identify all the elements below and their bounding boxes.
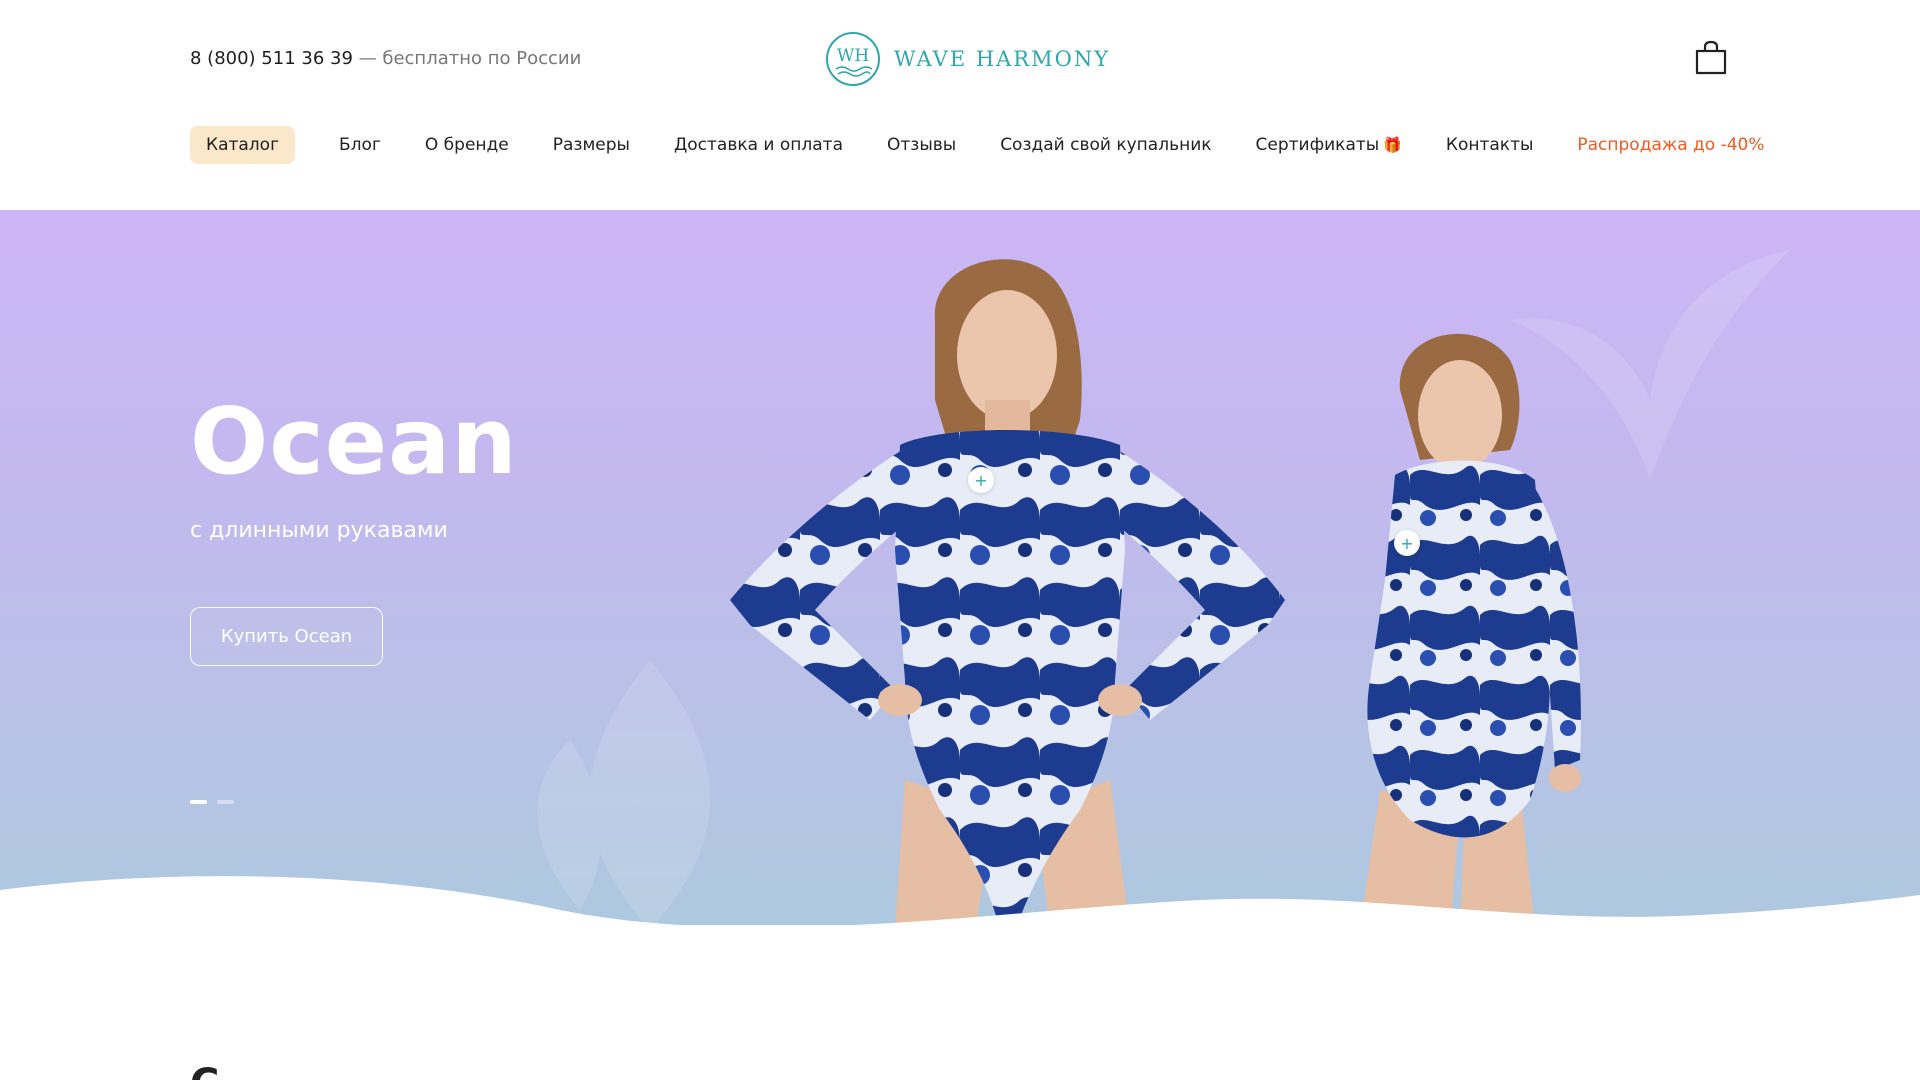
logo[interactable]: WH WAVE HARMONY xyxy=(824,30,1110,88)
phone-number[interactable]: 8 (800) 511 36 39 xyxy=(190,48,353,69)
next-section-heading-glyph: С xyxy=(190,1066,230,1080)
nav-item-certificates[interactable]: Сертификаты 🎁 xyxy=(1256,135,1402,155)
phone-block: 8 (800) 511 36 39 — бесплатно по России xyxy=(190,48,581,69)
nav-item-catalog[interactable]: Каталог xyxy=(190,126,296,164)
logo-text: WAVE HARMONY xyxy=(894,47,1111,71)
slider-dot-1[interactable] xyxy=(190,800,207,804)
wave-divider xyxy=(0,876,1920,950)
hero-banner: Ocean с длинными рукавами Купить Ocean +… xyxy=(0,210,1920,925)
hero-subtitle: с длинными рукавами xyxy=(190,518,448,543)
nav-item-blog[interactable]: Блог xyxy=(339,135,381,155)
nav-item-contacts[interactable]: Контакты xyxy=(1446,135,1534,155)
model-front-image xyxy=(730,259,1285,925)
shopping-bag-icon[interactable] xyxy=(1694,40,1728,76)
gift-icon: 🎁 xyxy=(1383,136,1402,154)
buy-ocean-button[interactable]: Купить Ocean xyxy=(190,607,383,666)
slider-dots xyxy=(190,800,234,804)
model-back-image xyxy=(1360,333,1581,925)
logo-monogram: WH xyxy=(837,46,869,66)
hotspot-front[interactable]: + xyxy=(968,467,994,493)
next-section-heading: С xyxy=(190,1066,230,1080)
logo-mark-icon: WH xyxy=(826,32,880,86)
site-header: 8 (800) 511 36 39 — бесплатно по России … xyxy=(0,0,1920,210)
hotspot-back[interactable]: + xyxy=(1394,530,1420,556)
nav-item-reviews[interactable]: Отзывы xyxy=(887,135,956,155)
phone-note: — бесплатно по России xyxy=(358,48,582,69)
nav-item-delivery-payment[interactable]: Доставка и оплата xyxy=(674,135,843,155)
nav-item-certificates-label: Сертификаты xyxy=(1255,135,1380,155)
nav-item-about-brand[interactable]: О бренде xyxy=(425,135,509,155)
main-nav: Каталог Блог О бренде Размеры Доставка и… xyxy=(190,126,1765,164)
nav-item-sizes[interactable]: Размеры xyxy=(553,135,630,155)
slider-dot-2[interactable] xyxy=(217,800,234,804)
nav-item-create-swimsuit[interactable]: Создай свой купальник xyxy=(1000,135,1211,155)
nav-item-sale[interactable]: Распродажа до -40% xyxy=(1577,135,1764,155)
hero-title: Ocean xyxy=(190,388,518,495)
